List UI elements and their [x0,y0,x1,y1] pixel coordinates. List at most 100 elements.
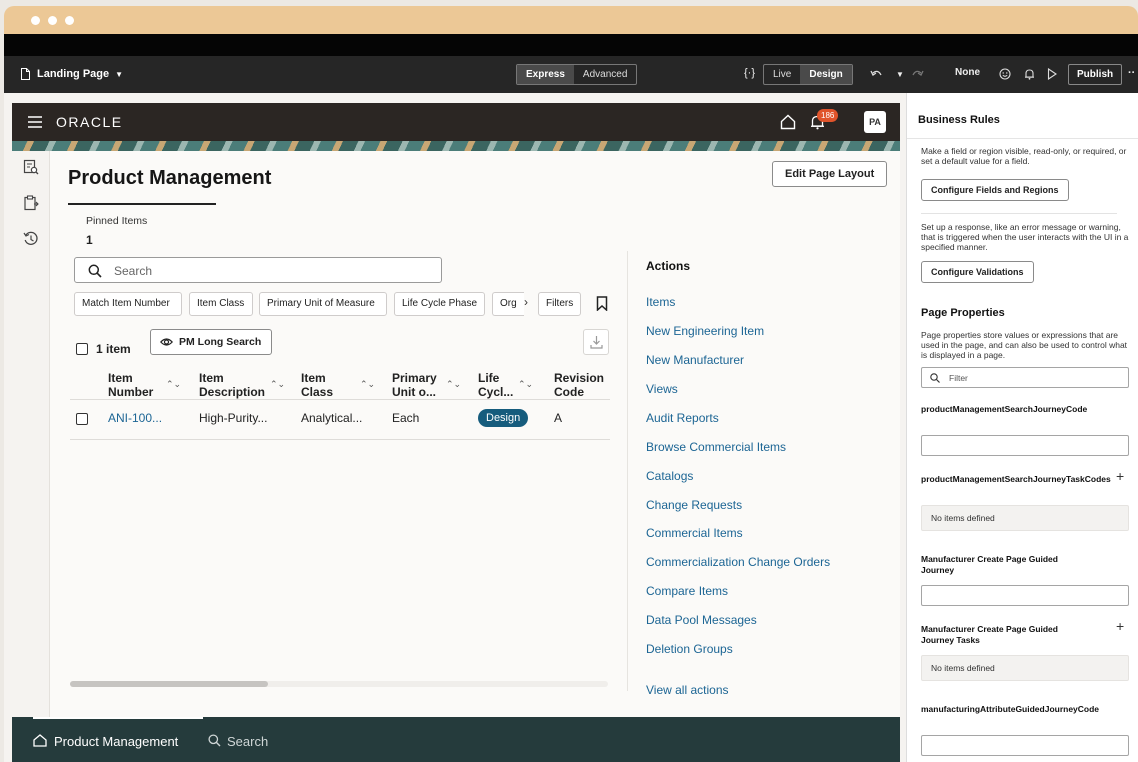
life-cycle-status-badge: Design [478,409,529,427]
export-button[interactable] [583,329,609,355]
clipboard-icon[interactable] [23,195,39,211]
search-icon [208,734,221,747]
redo-target-label: None [955,67,980,78]
view-all-actions-link[interactable]: View all actions [646,683,729,697]
action-link-browse-commercial-items[interactable]: Browse Commercial Items [646,440,786,454]
smiley-icon[interactable] [999,68,1011,80]
search-input[interactable]: Search [74,257,442,283]
cell-primary-unit: Each [392,411,420,425]
cell-item-description: High-Purity... [199,411,268,425]
column-header-item-description[interactable]: Item Description [199,371,265,399]
sort-icon[interactable]: ⌃⌄ [446,379,461,390]
undo-icon[interactable] [870,69,882,80]
filter-chip-item-class[interactable]: Item Class [189,292,253,316]
select-all-checkbox[interactable] [76,343,88,355]
nav-tab-search[interactable]: Search [208,717,288,762]
play-icon[interactable] [1047,68,1057,80]
cell-item-number-link[interactable]: ANI-100... [108,411,162,425]
action-link-new-engineering-item[interactable]: New Engineering Item [646,324,764,338]
table-horizontal-scrollbar[interactable] [70,681,608,687]
redo-icon[interactable] [912,69,924,80]
publish-button[interactable]: Publish [1068,64,1123,85]
filter-chip-life-cycle-phase[interactable]: Life Cycle Phase [394,292,485,316]
add-item-icon[interactable]: + [1116,468,1124,484]
product-management-page: Product Management Edit Page Layout Pinn… [12,151,900,717]
more-options-icon[interactable]: ·· [1128,67,1135,79]
column-header-item-number[interactable]: Item Number [108,371,153,399]
filter-chip-match-item-number[interactable]: Match Item Number [74,292,182,316]
add-item-icon[interactable]: + [1116,618,1124,634]
header-banner-image [12,141,900,151]
nav-tab-product-management[interactable]: Product Management [33,717,203,762]
undo-menu-chevron-icon[interactable]: ▼ [896,70,904,79]
pinned-items-label: Pinned Items [86,215,148,227]
sort-icon[interactable]: ⌃⌄ [518,379,533,390]
mode-express-button[interactable]: Express [517,65,574,84]
filter-chip-primary-unit[interactable]: Primary Unit of Measure [259,292,387,316]
row-checkbox[interactable] [76,413,88,425]
filter-input[interactable]: Filter [921,367,1129,388]
action-link-audit-reports[interactable]: Audit Reports [646,411,719,425]
action-link-deletion-groups[interactable]: Deletion Groups [646,642,733,656]
view-design-button[interactable]: Design [800,65,852,84]
business-rules-description: Make a field or region visible, read-onl… [921,146,1127,166]
filter-chip-org[interactable]: Org [492,292,524,316]
history-icon[interactable] [23,231,39,247]
sort-icon[interactable]: ⌃⌄ [270,379,285,390]
hamburger-menu-icon[interactable] [28,116,42,128]
action-link-views[interactable]: Views [646,382,678,396]
builder-toolbar: Landing Page ▼ Express Advanced {·} Live… [4,56,1138,93]
mode-advanced-button[interactable]: Advanced [574,65,636,84]
action-link-commercial-items[interactable]: Commercial Items [646,526,743,540]
column-header-revision-code[interactable]: Revision Code [554,371,604,399]
eye-icon [160,338,173,346]
action-link-items[interactable]: Items [646,295,675,309]
pm-long-search-button[interactable]: PM Long Search [150,329,273,355]
search-list-icon[interactable] [23,159,39,175]
bookmark-icon[interactable] [596,296,608,311]
bell-icon[interactable] [1024,68,1035,80]
download-icon [590,336,603,349]
property-value-input[interactable] [921,735,1129,756]
design-canvas: ORACLE 186 PA Product Management Edit Pa… [4,93,906,762]
app-frame: Landing Page ▼ Express Advanced {·} Live… [4,6,1138,762]
page-selector[interactable]: Landing Page ▼ [20,68,123,80]
configure-fields-button[interactable]: Configure Fields and Regions [921,179,1069,201]
chevron-down-icon: ▼ [115,69,124,79]
configure-validations-button[interactable]: Configure Validations [921,261,1034,283]
panel-divider [921,213,1117,214]
cell-revision-code: A [554,411,563,425]
column-header-item-class[interactable]: Item Class [301,371,333,399]
user-avatar[interactable]: PA [864,111,886,133]
code-view-icon[interactable]: {·} [744,67,755,79]
action-link-new-manufacturer[interactable]: New Manufacturer [646,353,744,367]
view-live-button[interactable]: Live [764,65,800,84]
column-header-life-cycle[interactable]: Life Cycl... [478,371,513,399]
home-icon[interactable] [780,114,796,130]
sort-icon[interactable]: ⌃⌄ [360,379,375,390]
property-label: Manufacturer Create Page Guided Journey [921,554,1058,575]
window-dot-maximize[interactable] [65,16,74,25]
window-dot-close[interactable] [31,16,40,25]
title-underline [68,203,216,205]
action-link-change-requests[interactable]: Change Requests [646,498,742,512]
scrollbar-thumb[interactable] [70,681,268,687]
home-icon [33,734,47,747]
chips-scroll-right-icon[interactable]: › [524,295,528,309]
action-link-data-pool-messages[interactable]: Data Pool Messages [646,613,757,627]
column-header-primary-unit[interactable]: Primary Unit o... [392,371,437,399]
action-link-compare-items[interactable]: Compare Items [646,584,728,598]
action-link-commercialization-change-orders[interactable]: Commercialization Change Orders [646,555,830,569]
sort-icon[interactable]: ⌃⌄ [166,379,181,390]
action-link-catalogs[interactable]: Catalogs [646,469,693,483]
property-value-input[interactable] [921,585,1129,606]
page-properties-description: Page properties store values or expressi… [921,330,1128,360]
filters-button[interactable]: Filters [538,292,581,316]
property-value-input[interactable] [921,435,1129,456]
left-rail [12,151,50,717]
properties-panel: Business Rules Make a field or region vi… [906,93,1138,762]
pinned-items-count[interactable]: 1 [86,233,93,247]
window-dot-minimize[interactable] [48,16,57,25]
edit-page-layout-button[interactable]: Edit Page Layout [772,161,888,187]
property-empty-list: No items defined [921,505,1129,531]
